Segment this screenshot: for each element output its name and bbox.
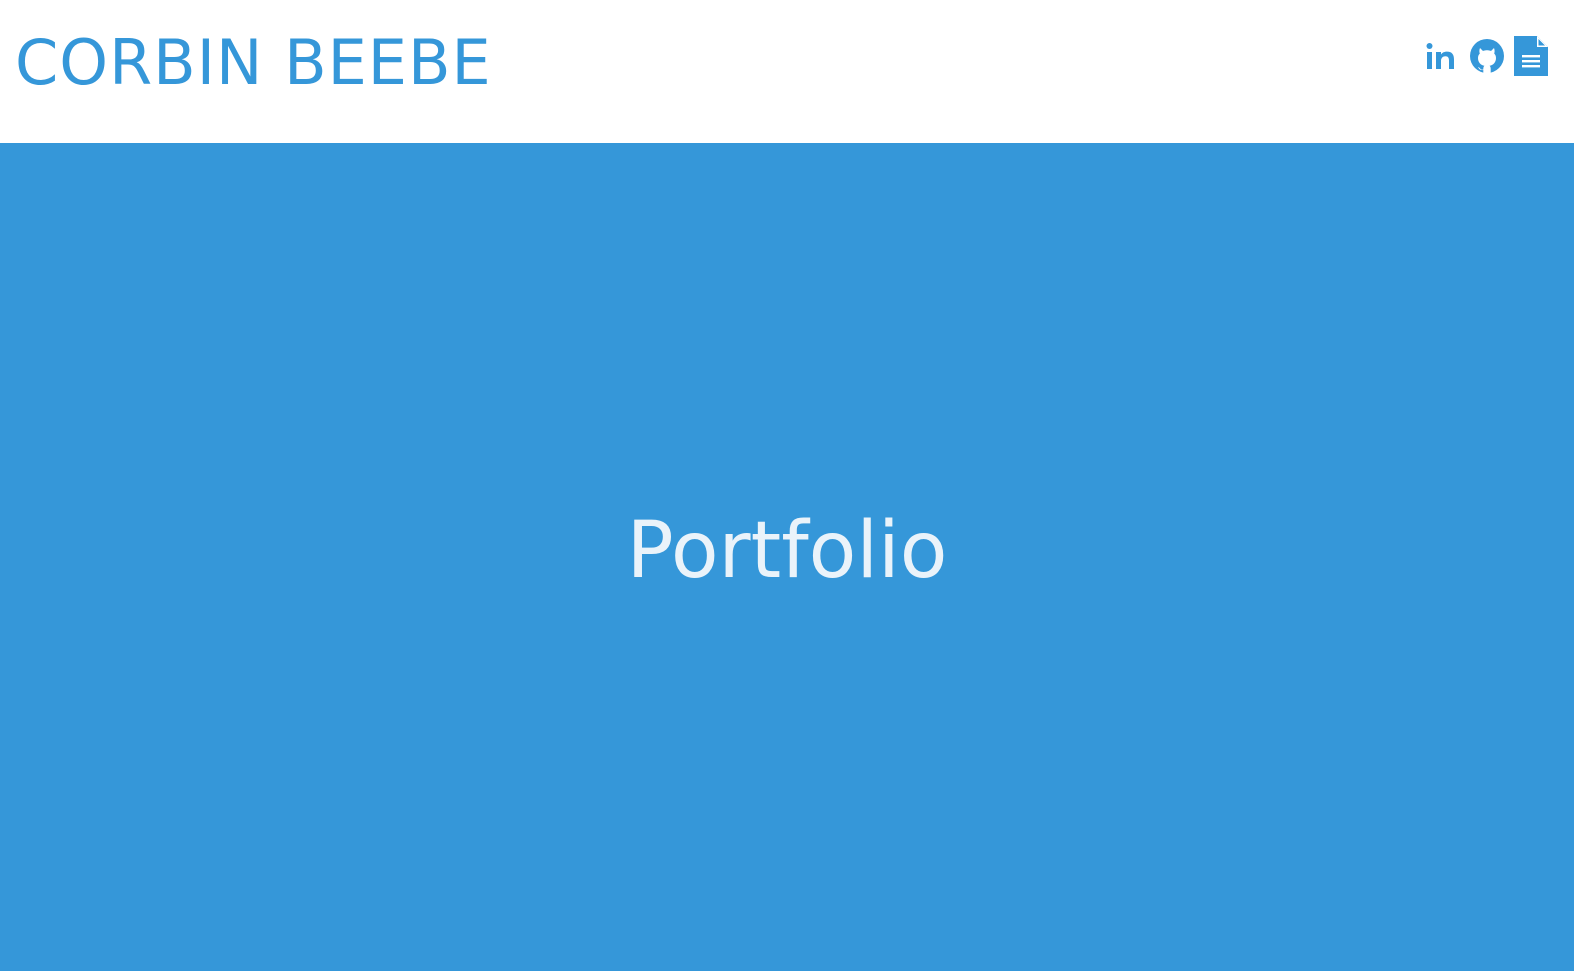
hero-banner: Portfolio (0, 143, 1574, 971)
resume-link[interactable] (1514, 36, 1548, 76)
linkedin-link[interactable] (1424, 38, 1460, 74)
github-icon (1470, 39, 1504, 73)
social-links (1424, 36, 1548, 76)
site-title[interactable]: CORBIN BEEBE (15, 26, 492, 100)
resume-document-icon (1514, 36, 1548, 76)
site-header: CORBIN BEEBE (0, 0, 1574, 143)
github-link[interactable] (1469, 38, 1505, 74)
linkedin-icon (1426, 43, 1454, 69)
hero-title: Portfolio (626, 506, 948, 596)
